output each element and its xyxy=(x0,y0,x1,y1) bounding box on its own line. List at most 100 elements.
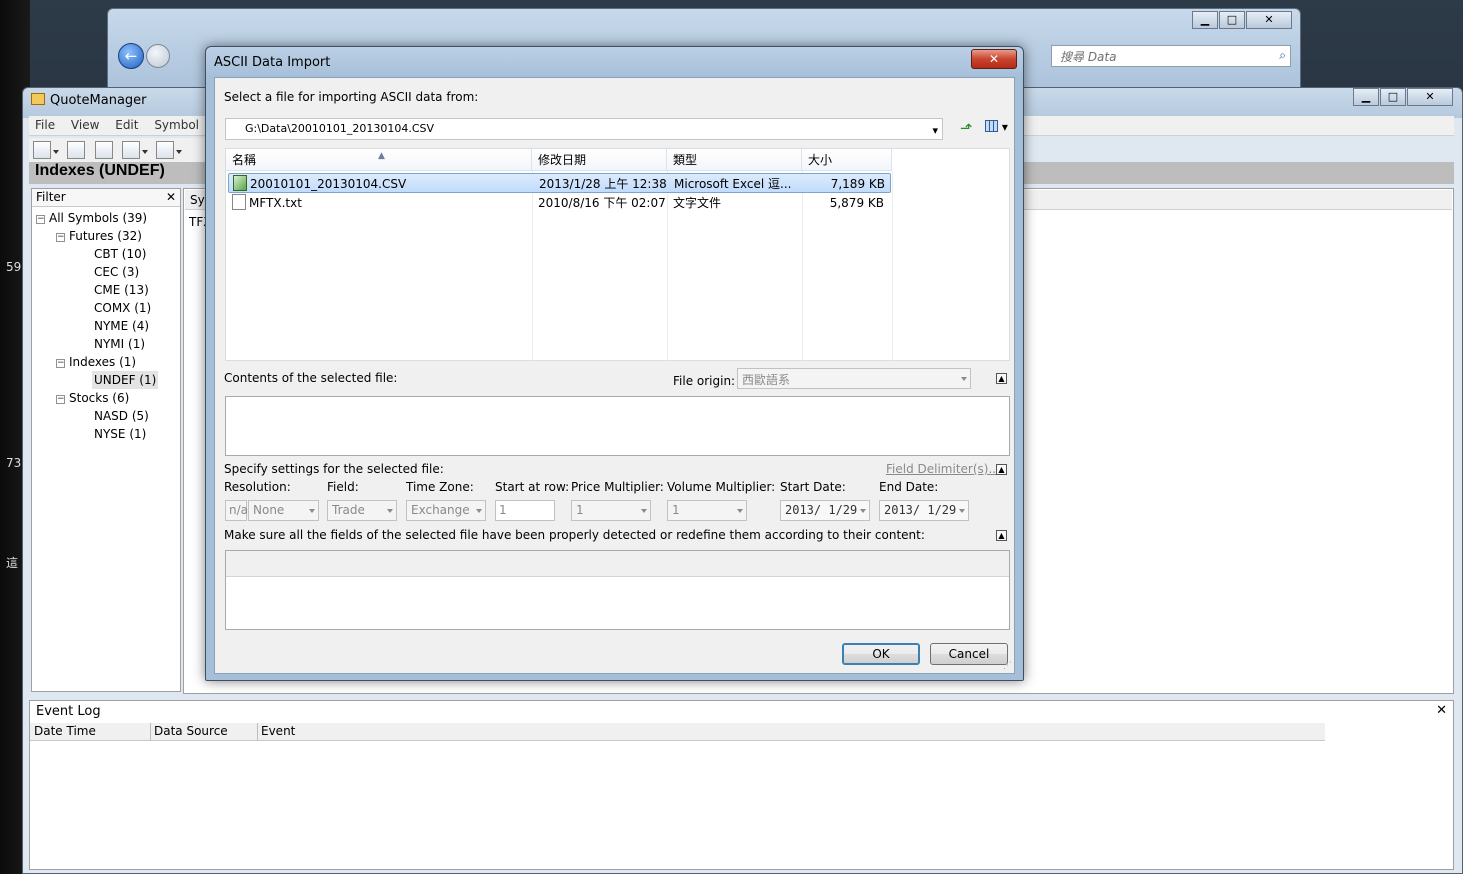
tree-item-all-symbols[interactable]: − All Symbols (39) xyxy=(36,209,147,227)
column-date-time[interactable]: Date Time xyxy=(34,724,96,738)
new-document-icon[interactable] xyxy=(33,141,51,159)
chevron-down-icon xyxy=(860,509,866,513)
event-log-panel: Event Log ✕ Date Time Data Source Event xyxy=(29,700,1454,870)
tree-item-undef[interactable]: UNDEF (1) xyxy=(92,371,159,389)
delete-document-icon[interactable] xyxy=(94,141,113,159)
tree-item-cbt[interactable]: CBT (10) xyxy=(94,245,146,263)
collapse-icon[interactable]: − xyxy=(56,233,65,242)
explorer-minimize-button[interactable]: ▁ xyxy=(1192,11,1218,29)
resolution-value: None xyxy=(253,503,285,517)
collapse-icon[interactable]: ▲ xyxy=(996,530,1007,541)
column-name-label: 名稱 xyxy=(232,153,257,167)
edit-document-icon[interactable] xyxy=(66,141,85,159)
resize-grip-icon[interactable]: ⋰ xyxy=(1003,661,1012,671)
column-modified[interactable]: 修改日期 xyxy=(532,149,667,171)
column-event[interactable]: Event xyxy=(261,724,295,738)
column-divider xyxy=(892,171,893,362)
column-type[interactable]: 類型 xyxy=(667,149,802,171)
tree-item-cme[interactable]: CME (13) xyxy=(94,281,149,299)
column-divider[interactable] xyxy=(257,723,258,741)
end-date-picker[interactable]: 2013/ 1/29 xyxy=(879,500,969,521)
collapse-icon[interactable]: − xyxy=(36,215,45,224)
export-icon[interactable] xyxy=(156,141,175,159)
start-date-picker[interactable]: 2013/ 1/29 xyxy=(780,500,870,521)
tree-item-cec[interactable]: CEC (3) xyxy=(94,263,139,281)
chevron-down-icon xyxy=(959,509,965,513)
tree-item-nyme[interactable]: NYME (4) xyxy=(94,317,149,335)
explorer-maximize-button[interactable]: □ xyxy=(1219,11,1245,29)
file-name-cell: 20010101_20130104.CSV xyxy=(233,174,531,194)
volume-multiplier-select[interactable]: 1 xyxy=(667,500,747,521)
chevron-down-icon[interactable] xyxy=(176,150,183,154)
maximize-button[interactable]: □ xyxy=(1380,88,1406,106)
folder-up-icon[interactable]: ⬏ xyxy=(960,120,978,138)
cancel-button[interactable]: Cancel xyxy=(930,643,1008,665)
explorer-search-input[interactable]: 搜尋 Data ⌕ xyxy=(1051,45,1291,67)
tree-item-nyse[interactable]: NYSE (1) xyxy=(94,425,146,443)
resolution-select[interactable]: None xyxy=(248,500,319,521)
file-row[interactable]: MFTX.txt 2010/8/16 下午 02:07 文字文件 5,879 K… xyxy=(228,193,891,213)
menu-view[interactable]: View xyxy=(65,116,105,134)
tree-item-futures[interactable]: − Futures (32) xyxy=(56,227,142,245)
menu-symbol[interactable]: Symbol xyxy=(148,116,205,134)
minimize-button[interactable]: ▁ xyxy=(1353,88,1379,106)
column-data-source[interactable]: Data Source xyxy=(154,724,228,738)
back-arrow-icon[interactable]: ← xyxy=(118,43,144,69)
file-row-selected[interactable]: 20010101_20130104.CSV 2013/1/28 上午 12:38… xyxy=(228,173,891,193)
desktop-label: 59 xyxy=(6,260,22,274)
toolbar xyxy=(29,138,205,162)
explorer-close-button[interactable]: ✕ xyxy=(1246,11,1292,29)
fields-instruction: Make sure all the fields of the selected… xyxy=(224,528,925,542)
file-name: MFTX.txt xyxy=(249,196,302,210)
file-contents-preview[interactable] xyxy=(225,396,1010,456)
start-date-value: 2013/ 1/29 xyxy=(785,503,858,517)
collapse-icon[interactable]: ▲ xyxy=(996,373,1007,384)
chevron-down-icon[interactable] xyxy=(53,150,59,154)
filter-label[interactable]: Filter xyxy=(36,190,66,204)
event-log-title: Event Log xyxy=(36,704,101,719)
start-row-input[interactable]: 1 xyxy=(495,500,555,521)
close-icon[interactable]: ✕ xyxy=(166,190,176,204)
ok-button[interactable]: OK xyxy=(842,643,920,665)
file-origin-label: File origin: xyxy=(673,374,736,388)
view-menu-icon[interactable]: ▾ xyxy=(985,120,1011,138)
resolution-value-field[interactable]: n/a xyxy=(225,500,248,521)
chevron-down-icon[interactable]: ▾ xyxy=(932,124,938,137)
price-multiplier-select[interactable]: 1 xyxy=(571,500,651,521)
file-name: 20010101_20130104.CSV xyxy=(250,177,407,191)
field-select[interactable]: Trade xyxy=(327,500,397,521)
file-type: 文字文件 xyxy=(673,196,722,210)
file-origin-select[interactable]: 西歐語系 xyxy=(737,368,971,389)
column-name[interactable]: 名稱 ▲ xyxy=(226,149,532,171)
desktop-label: 這 xyxy=(6,556,19,570)
sort-ascending-icon: ▲ xyxy=(378,151,385,161)
tree-item-comx[interactable]: COMX (1) xyxy=(94,299,151,317)
close-button[interactable]: ✕ xyxy=(1407,88,1453,106)
collapse-icon[interactable]: ▲ xyxy=(996,464,1007,475)
tree-item-nymi[interactable]: NYMI (1) xyxy=(94,335,145,353)
dialog-close-button[interactable]: ✕ xyxy=(971,49,1017,69)
close-icon[interactable]: ✕ xyxy=(1436,703,1447,718)
collapse-icon[interactable]: − xyxy=(56,359,65,368)
tree-item-indexes[interactable]: − Indexes (1) xyxy=(56,353,136,371)
file-size: 7,189 KB xyxy=(830,177,885,191)
tree-item-nasd[interactable]: NASD (5) xyxy=(94,407,149,425)
menu-file[interactable]: File xyxy=(29,116,61,134)
collapse-icon[interactable]: − xyxy=(56,395,65,404)
field-delimiters-link[interactable]: Field Delimiter(s)... xyxy=(886,462,1000,476)
event-log-header: Date Time Data Source Event xyxy=(30,723,1325,741)
tree-item-stocks[interactable]: − Stocks (6) xyxy=(56,389,129,407)
column-divider[interactable] xyxy=(150,723,151,741)
import-icon[interactable] xyxy=(122,141,141,159)
forward-arrow-icon[interactable] xyxy=(146,44,170,68)
menu-edit[interactable]: Edit xyxy=(109,116,144,134)
field-grid-header xyxy=(226,551,1009,577)
app-icon xyxy=(31,93,45,105)
search-icon[interactable]: ⌕ xyxy=(1279,48,1286,63)
column-size[interactable]: 大小 xyxy=(802,149,892,171)
field-definition-grid[interactable] xyxy=(225,550,1010,630)
path-combobox[interactable]: G:\Data\20010101_20130104.CSV ▾ xyxy=(225,118,943,140)
chevron-down-icon[interactable] xyxy=(142,150,149,154)
timezone-select[interactable]: Exchange xyxy=(406,500,486,521)
file-size: 5,879 KB xyxy=(829,196,884,210)
